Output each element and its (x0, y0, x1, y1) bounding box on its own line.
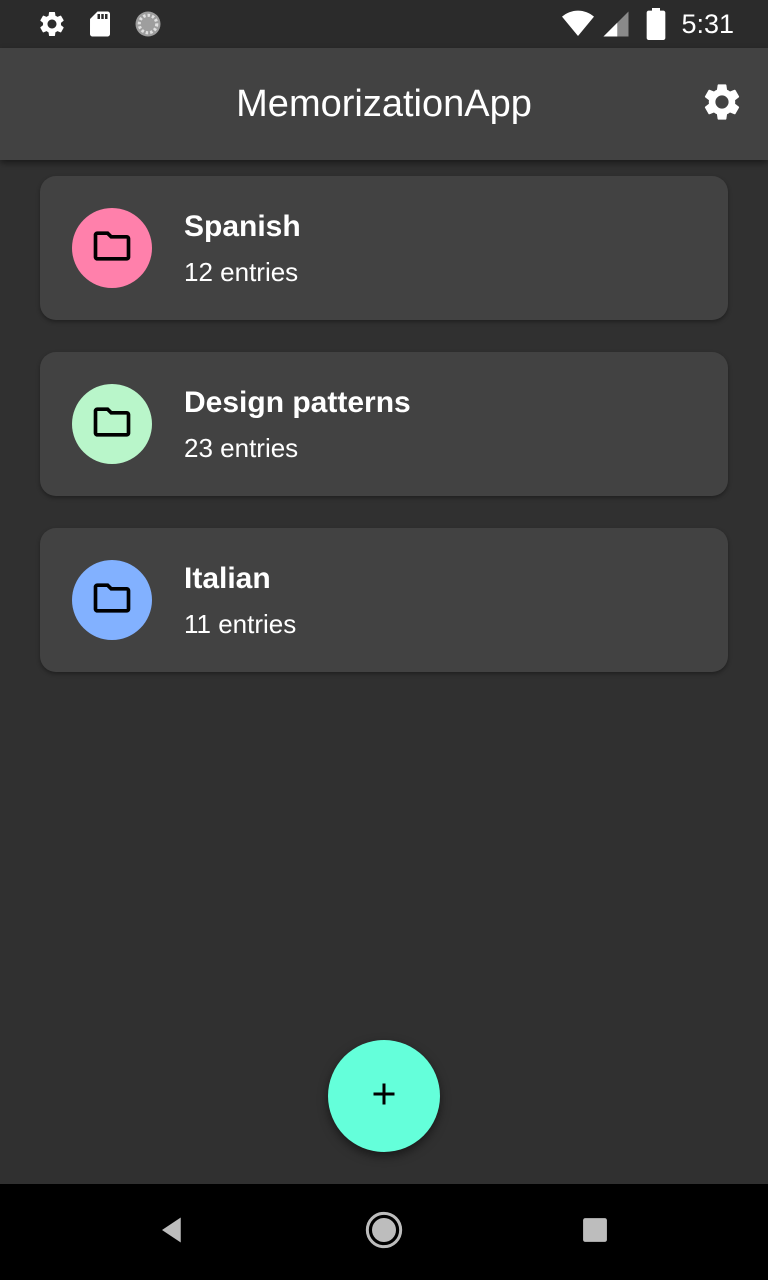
back-button[interactable] (148, 1208, 196, 1256)
back-icon (157, 1215, 187, 1250)
nav-bar (0, 1184, 768, 1280)
folder-icon (90, 576, 134, 625)
deck-card[interactable]: Design patterns 23 entries (40, 352, 728, 496)
deck-entry-count: 12 entries (184, 257, 299, 287)
battery-icon (640, 8, 672, 40)
deck-avatar (72, 208, 152, 288)
home-button[interactable] (360, 1208, 408, 1256)
deck-entry-count: 11 entries (184, 609, 297, 639)
deck-card[interactable]: Spanish 12 entries (40, 176, 728, 320)
status-time: 5:31 (681, 9, 734, 39)
settings-button[interactable] (696, 78, 748, 130)
loading-icon (132, 8, 164, 40)
deck-entry-count: 23 entries (184, 433, 299, 463)
status-bar: 5:31 (0, 0, 768, 48)
home-icon (364, 1210, 404, 1255)
recents-button[interactable] (571, 1208, 619, 1256)
deck-card[interactable]: Italian 11 entries (40, 528, 728, 672)
folder-icon (90, 224, 134, 273)
deck-title: Italian (184, 562, 271, 595)
signal-icon (600, 8, 632, 40)
wifi-icon (562, 8, 594, 40)
add-deck-button[interactable] (328, 1040, 440, 1152)
page-title: MemorizationApp (236, 83, 532, 125)
deck-avatar (72, 384, 152, 464)
folder-icon (90, 400, 134, 449)
deck-avatar (72, 560, 152, 640)
deck-list: Spanish 12 entries Design patterns 23 en… (40, 176, 728, 704)
recents-icon (582, 1217, 608, 1248)
gear-icon (700, 80, 744, 129)
app-bar: MemorizationApp (0, 48, 768, 160)
deck-title: Design patterns (184, 386, 411, 419)
sd-card-icon (84, 8, 116, 40)
plus-icon (366, 1076, 402, 1117)
deck-title: Spanish (184, 210, 301, 243)
gear-icon (36, 8, 68, 40)
